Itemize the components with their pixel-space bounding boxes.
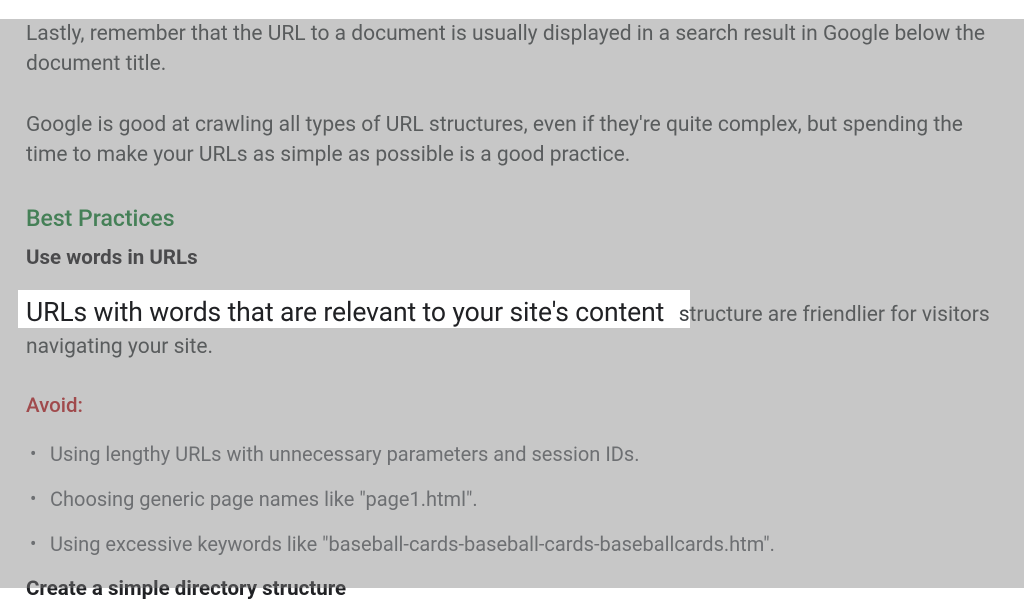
document-content: Lastly, remember that the URL to a docum… xyxy=(0,19,1024,601)
list-item: Choosing generic page names like "page1.… xyxy=(48,485,998,514)
highlighted-text: URLs with words that are relevant to you… xyxy=(26,291,679,334)
subheading-directory-structure: Create a simple directory structure xyxy=(26,577,998,601)
highlighted-paragraph: URLs with words that are relevant to you… xyxy=(26,298,998,364)
subheading-use-words: Use words in URLs xyxy=(26,246,998,270)
avoid-list: Using lengthy URLs with unnecessary para… xyxy=(26,440,998,559)
avoid-heading: Avoid: xyxy=(26,394,998,418)
intro-paragraph-2: Google is good at crawling all types of … xyxy=(26,110,998,171)
list-item: Using lengthy URLs with unnecessary para… xyxy=(48,440,998,469)
intro-paragraph-1: Lastly, remember that the URL to a docum… xyxy=(26,19,998,80)
best-practices-heading: Best Practices xyxy=(26,205,998,232)
list-item: Using excessive keywords like "baseball-… xyxy=(48,530,998,559)
